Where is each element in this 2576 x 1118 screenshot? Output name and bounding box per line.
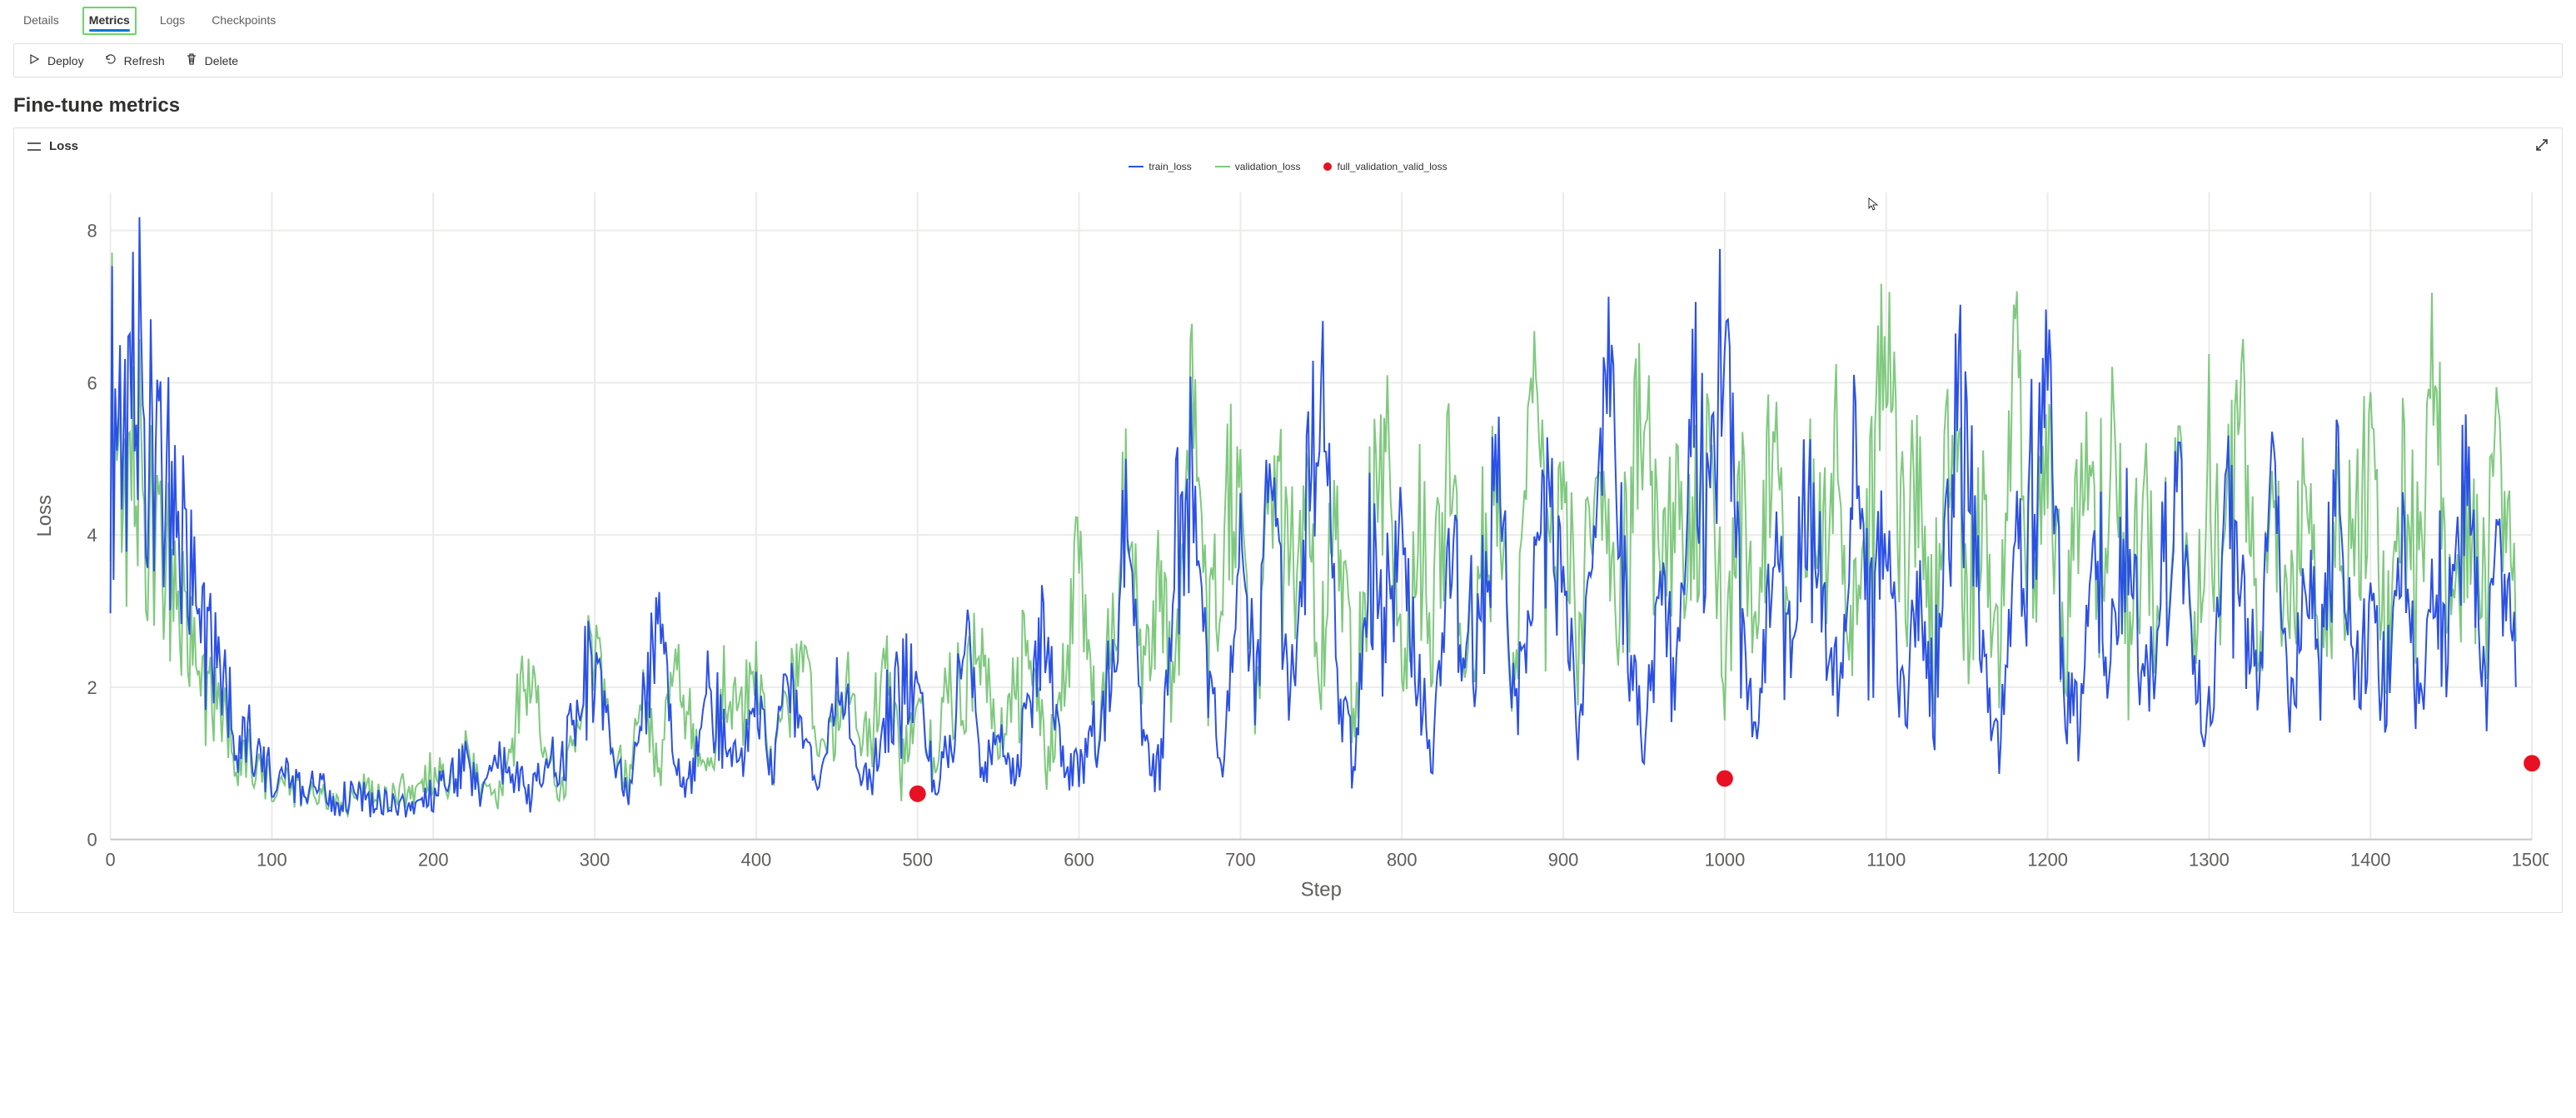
play-icon bbox=[27, 52, 41, 68]
svg-text:4: 4 bbox=[87, 525, 97, 546]
svg-text:100: 100 bbox=[257, 849, 287, 870]
svg-text:1300: 1300 bbox=[2189, 849, 2230, 870]
fullval-swatch-icon bbox=[1323, 162, 1332, 171]
refresh-icon bbox=[104, 52, 117, 68]
chart-legend: train_loss validation_loss full_validati… bbox=[27, 161, 2549, 172]
chart-card-loss: Loss train_loss validation_loss full_val… bbox=[13, 127, 2563, 913]
mouse-cursor-icon bbox=[1868, 197, 1878, 211]
svg-text:Step: Step bbox=[1301, 878, 1342, 901]
tab-details[interactable]: Details bbox=[20, 7, 62, 35]
svg-text:1100: 1100 bbox=[1866, 849, 1906, 870]
page-title: Fine-tune metrics bbox=[13, 94, 2563, 117]
refresh-label: Refresh bbox=[124, 54, 165, 67]
svg-text:1000: 1000 bbox=[1705, 849, 1746, 870]
svg-text:800: 800 bbox=[1387, 849, 1418, 870]
refresh-button[interactable]: Refresh bbox=[104, 52, 165, 68]
svg-text:200: 200 bbox=[418, 849, 449, 870]
svg-text:700: 700 bbox=[1225, 849, 1256, 870]
legend-item-validation[interactable]: validation_loss bbox=[1215, 161, 1301, 172]
delete-button[interactable]: Delete bbox=[185, 52, 238, 68]
svg-text:8: 8 bbox=[87, 221, 97, 242]
train-swatch-icon bbox=[1129, 166, 1144, 167]
delete-label: Delete bbox=[205, 54, 238, 67]
validation-swatch-icon bbox=[1215, 166, 1230, 167]
svg-text:1200: 1200 bbox=[2027, 849, 2068, 870]
svg-text:2: 2 bbox=[87, 677, 97, 698]
svg-text:1500: 1500 bbox=[2512, 849, 2549, 870]
svg-text:0: 0 bbox=[87, 830, 97, 851]
svg-text:0: 0 bbox=[105, 849, 115, 870]
svg-text:500: 500 bbox=[902, 849, 933, 870]
tab-logs[interactable]: Logs bbox=[157, 7, 188, 35]
deploy-button[interactable]: Deploy bbox=[27, 52, 84, 68]
chart-title: Loss bbox=[49, 139, 78, 153]
legend-label-validation: validation_loss bbox=[1235, 161, 1301, 172]
svg-text:900: 900 bbox=[1548, 849, 1579, 870]
legend-label-train: train_loss bbox=[1148, 161, 1191, 172]
tab-bar: Details Metrics Logs Checkpoints bbox=[13, 0, 2563, 35]
drag-handle-icon[interactable] bbox=[27, 142, 41, 151]
legend-item-fullval[interactable]: full_validation_valid_loss bbox=[1323, 161, 1447, 172]
svg-text:1400: 1400 bbox=[2350, 849, 2391, 870]
svg-text:6: 6 bbox=[87, 372, 97, 393]
svg-text:400: 400 bbox=[741, 849, 772, 870]
chart-plot-area[interactable]: 0 100 200 300 400 500 600 700 800 900 1000 1100 1200… bbox=[27, 176, 2549, 906]
legend-item-train[interactable]: train_loss bbox=[1129, 161, 1191, 172]
svg-text:Loss: Loss bbox=[33, 495, 56, 537]
expand-icon[interactable] bbox=[2535, 138, 2549, 154]
trash-icon bbox=[185, 52, 198, 68]
tab-checkpoints[interactable]: Checkpoints bbox=[208, 7, 279, 35]
svg-text:600: 600 bbox=[1064, 849, 1094, 870]
deploy-label: Deploy bbox=[47, 54, 84, 67]
legend-label-fullval: full_validation_valid_loss bbox=[1337, 161, 1447, 172]
tab-metrics[interactable]: Metrics bbox=[82, 7, 137, 35]
toolbar: Deploy Refresh Delete bbox=[13, 43, 2563, 77]
svg-text:300: 300 bbox=[580, 849, 610, 870]
